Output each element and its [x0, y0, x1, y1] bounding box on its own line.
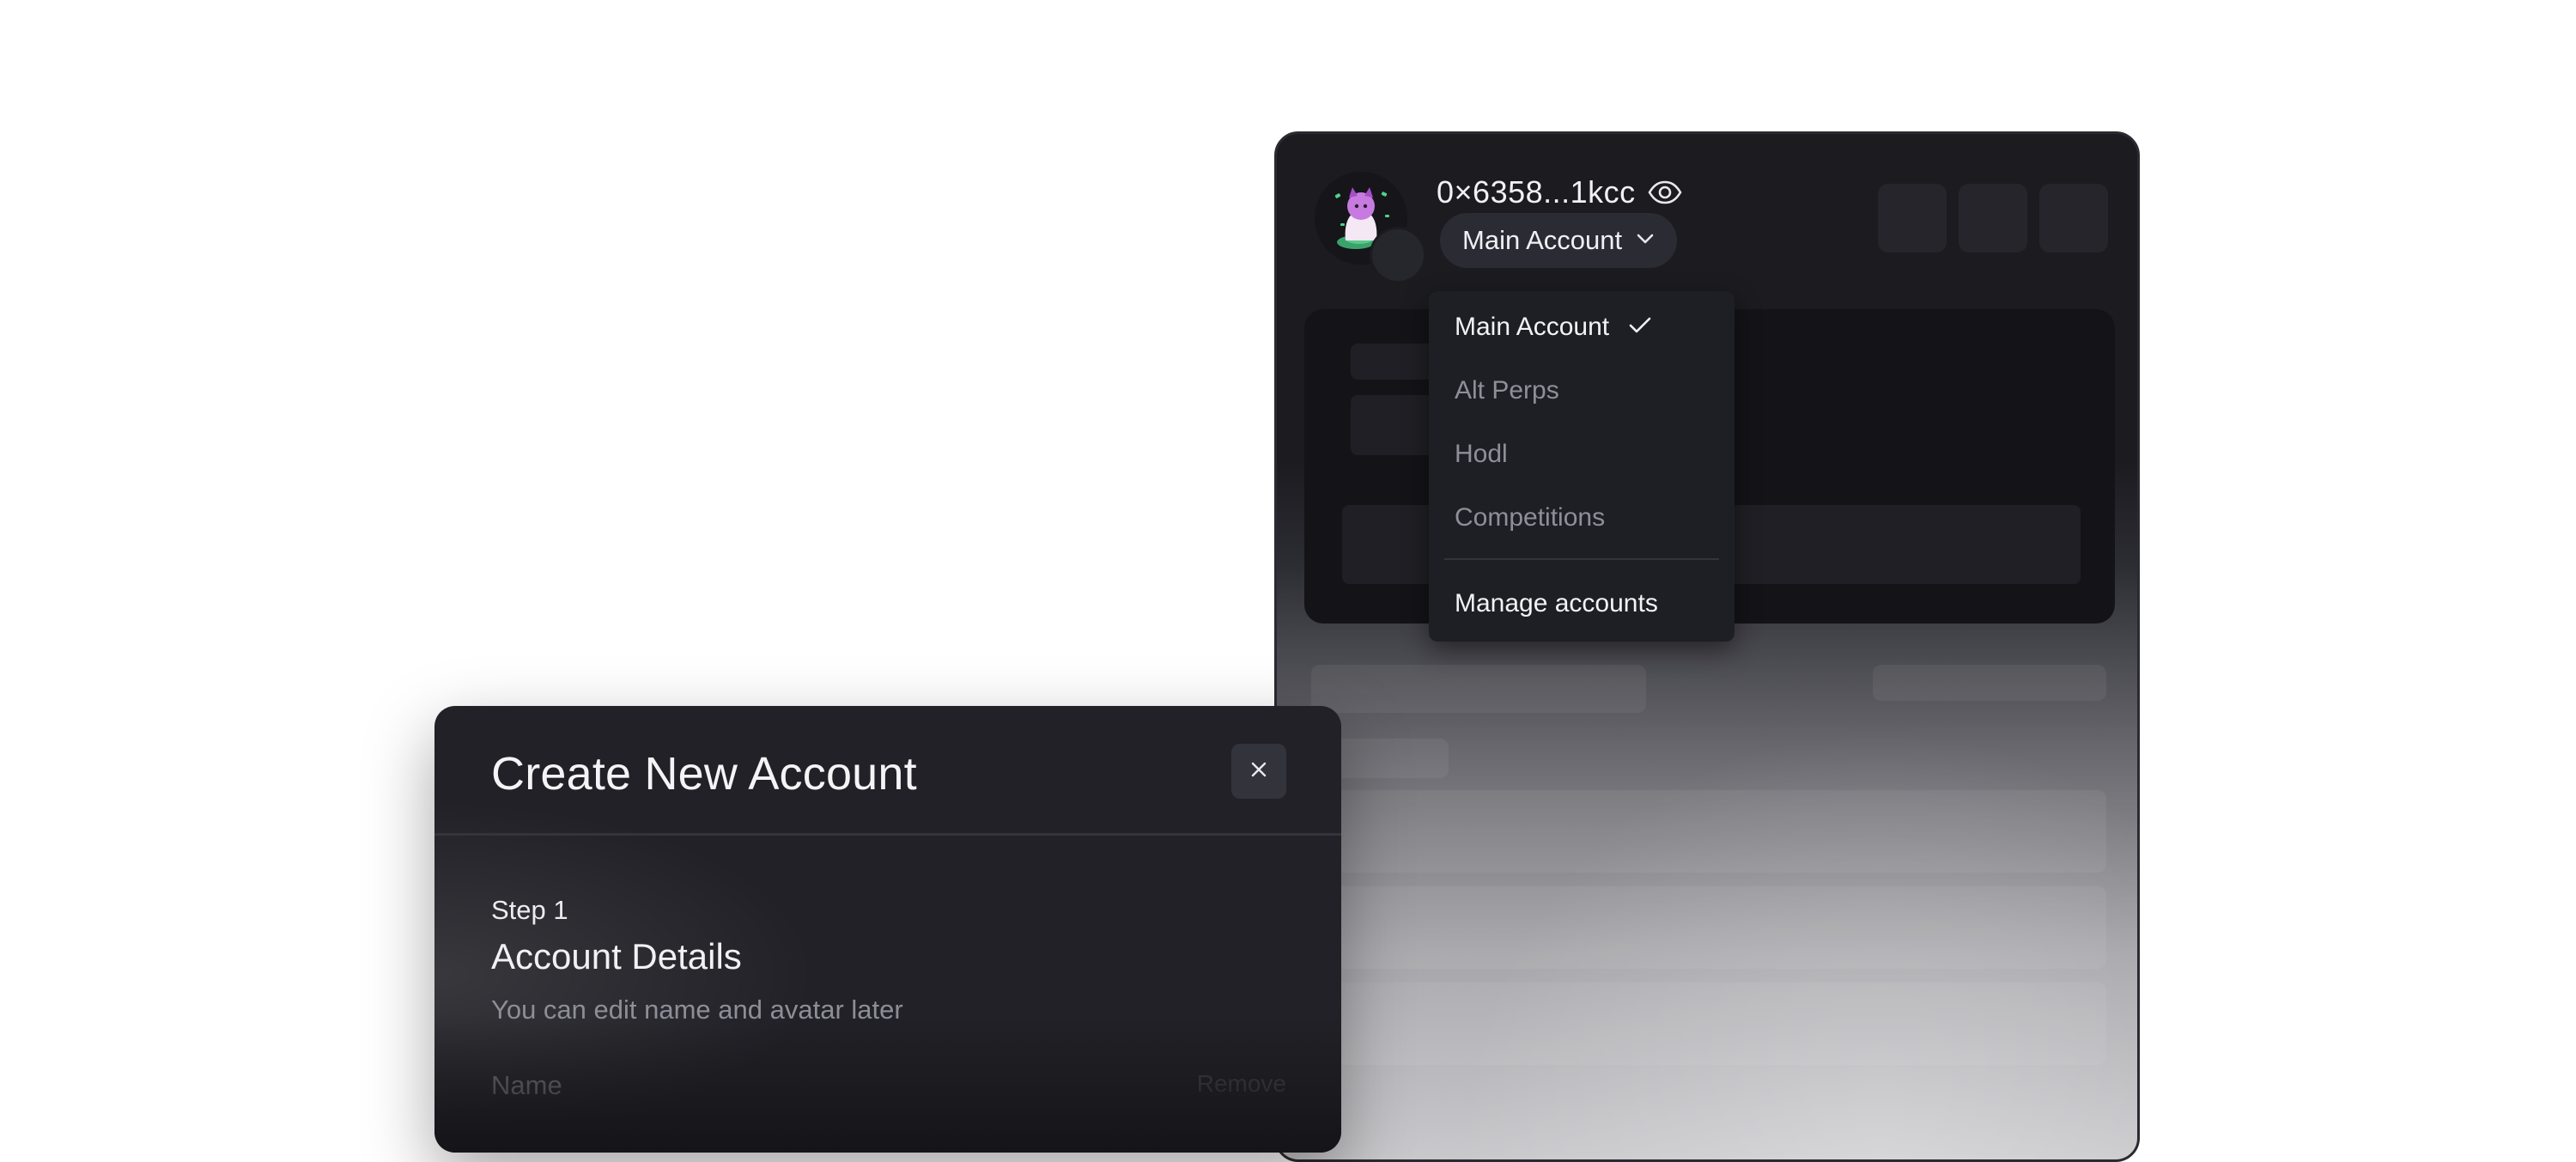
eye-icon[interactable]	[1648, 180, 1682, 204]
action-placeholder-1	[1878, 184, 1947, 252]
section-title: Account Details	[491, 936, 742, 976]
skeleton-row	[1311, 983, 2106, 1065]
menu-item-label: Main Account	[1455, 313, 1610, 341]
wallet-panel: 0×6358...1kcc Main Account	[1274, 131, 2140, 1162]
menu-divider	[1444, 558, 1719, 560]
skeleton-row	[1311, 665, 1646, 713]
action-placeholder-3	[2039, 184, 2108, 252]
create-account-modal: Create New Account Step 1 Account Detail…	[434, 706, 1341, 1153]
skeleton-row	[1311, 790, 2106, 873]
menu-item-alt-perps[interactable]: Alt Perps	[1455, 365, 1559, 417]
chevron-down-icon	[1636, 233, 1655, 249]
close-icon	[1249, 760, 1268, 783]
menu-item-hodl[interactable]: Hodl	[1455, 429, 1508, 480]
menu-item-label: Hodl	[1455, 440, 1508, 468]
address-row: 0×6358...1kcc	[1437, 167, 1682, 218]
menu-item-label: Competitions	[1455, 503, 1606, 532]
account-selector-label: Main Account	[1462, 225, 1623, 255]
manage-accounts-button[interactable]: Manage accounts	[1455, 578, 1658, 630]
manage-accounts-label: Manage accounts	[1455, 589, 1658, 618]
avatar-badge	[1370, 227, 1426, 283]
checkmark-icon	[1628, 313, 1652, 342]
menu-item-competitions[interactable]: Competitions	[1455, 492, 1605, 544]
menu-item-label: Alt Perps	[1455, 376, 1559, 405]
menu-item-main-account[interactable]: Main Account	[1455, 301, 1652, 353]
section-hint: You can edit name and avatar later	[491, 995, 903, 1025]
modal-header-divider	[434, 833, 1341, 836]
account-selector[interactable]: Main Account	[1440, 213, 1678, 268]
skeleton-row	[1873, 665, 2106, 701]
name-field-label: Name	[491, 1070, 562, 1100]
modal-title: Create New Account	[491, 748, 917, 800]
action-placeholder-2	[1959, 184, 2027, 252]
remove-button[interactable]: Remove	[1197, 1070, 1286, 1098]
wallet-address: 0×6358...1kcc	[1437, 174, 1636, 210]
skeleton-row	[1311, 886, 2106, 969]
step-label: Step 1	[491, 895, 568, 925]
close-button[interactable]	[1231, 744, 1286, 799]
account-dropdown-menu: Main Account Alt Perps Hodl Competitions…	[1429, 291, 1735, 642]
